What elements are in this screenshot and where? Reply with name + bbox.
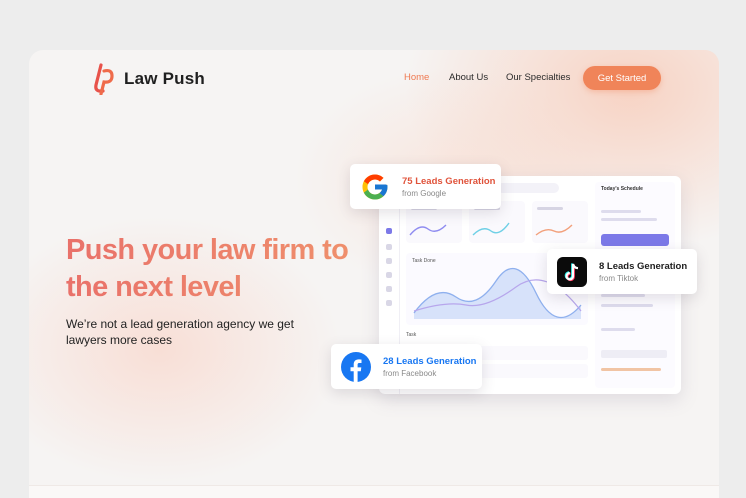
facebook-icon — [341, 352, 371, 382]
dashboard-nav-icon — [386, 244, 392, 250]
brand-name: Law Push — [124, 69, 205, 88]
dashboard-nav-icon — [386, 258, 392, 264]
card-source: from Google — [402, 189, 447, 198]
card-source: from Tiktok — [599, 274, 639, 283]
dashboard-nav-icon — [386, 300, 392, 306]
card-title: 28 Leads Generation — [383, 356, 477, 367]
card-title: 75 Leads Generation — [402, 176, 496, 187]
schedule-label: Today's Schedule — [601, 186, 643, 192]
facebook-leads-card: 28 Leads Generation from Facebook — [331, 344, 482, 389]
logo-icon — [94, 63, 114, 95]
dashboard-search — [497, 183, 559, 193]
logo[interactable]: Law Push — [92, 63, 205, 95]
card-source: from Facebook — [383, 369, 437, 378]
nav-specialties[interactable]: Our Specialties — [506, 72, 570, 83]
nav-about[interactable]: About Us — [449, 72, 488, 83]
card-title: 8 Leads Generation — [599, 261, 688, 272]
hero-frame: Law Push Home About Us Our Specialties G… — [29, 50, 719, 498]
dashboard-stat-card — [532, 201, 588, 243]
hero-headline: Push your law firm to the next level — [66, 232, 396, 306]
get-started-button[interactable]: Get Started — [583, 66, 661, 90]
schedule-event — [601, 234, 669, 246]
tiktok-leads-card: 8 Leads Generation from Tiktok — [547, 249, 697, 294]
google-leads-card: 75 Leads Generation from Google — [350, 164, 501, 209]
google-icon — [362, 174, 388, 200]
dashboard-nav-icon — [386, 286, 392, 292]
task-label: Task — [406, 332, 417, 338]
hero-subline: We’re not a lead generation agency we ge… — [66, 317, 294, 347]
nav-home[interactable]: Home — [404, 72, 429, 83]
dashboard-nav-icon — [386, 272, 392, 278]
tiktok-icon — [557, 257, 587, 287]
dashboard-nav-icon — [386, 228, 392, 234]
section-divider — [29, 485, 719, 498]
